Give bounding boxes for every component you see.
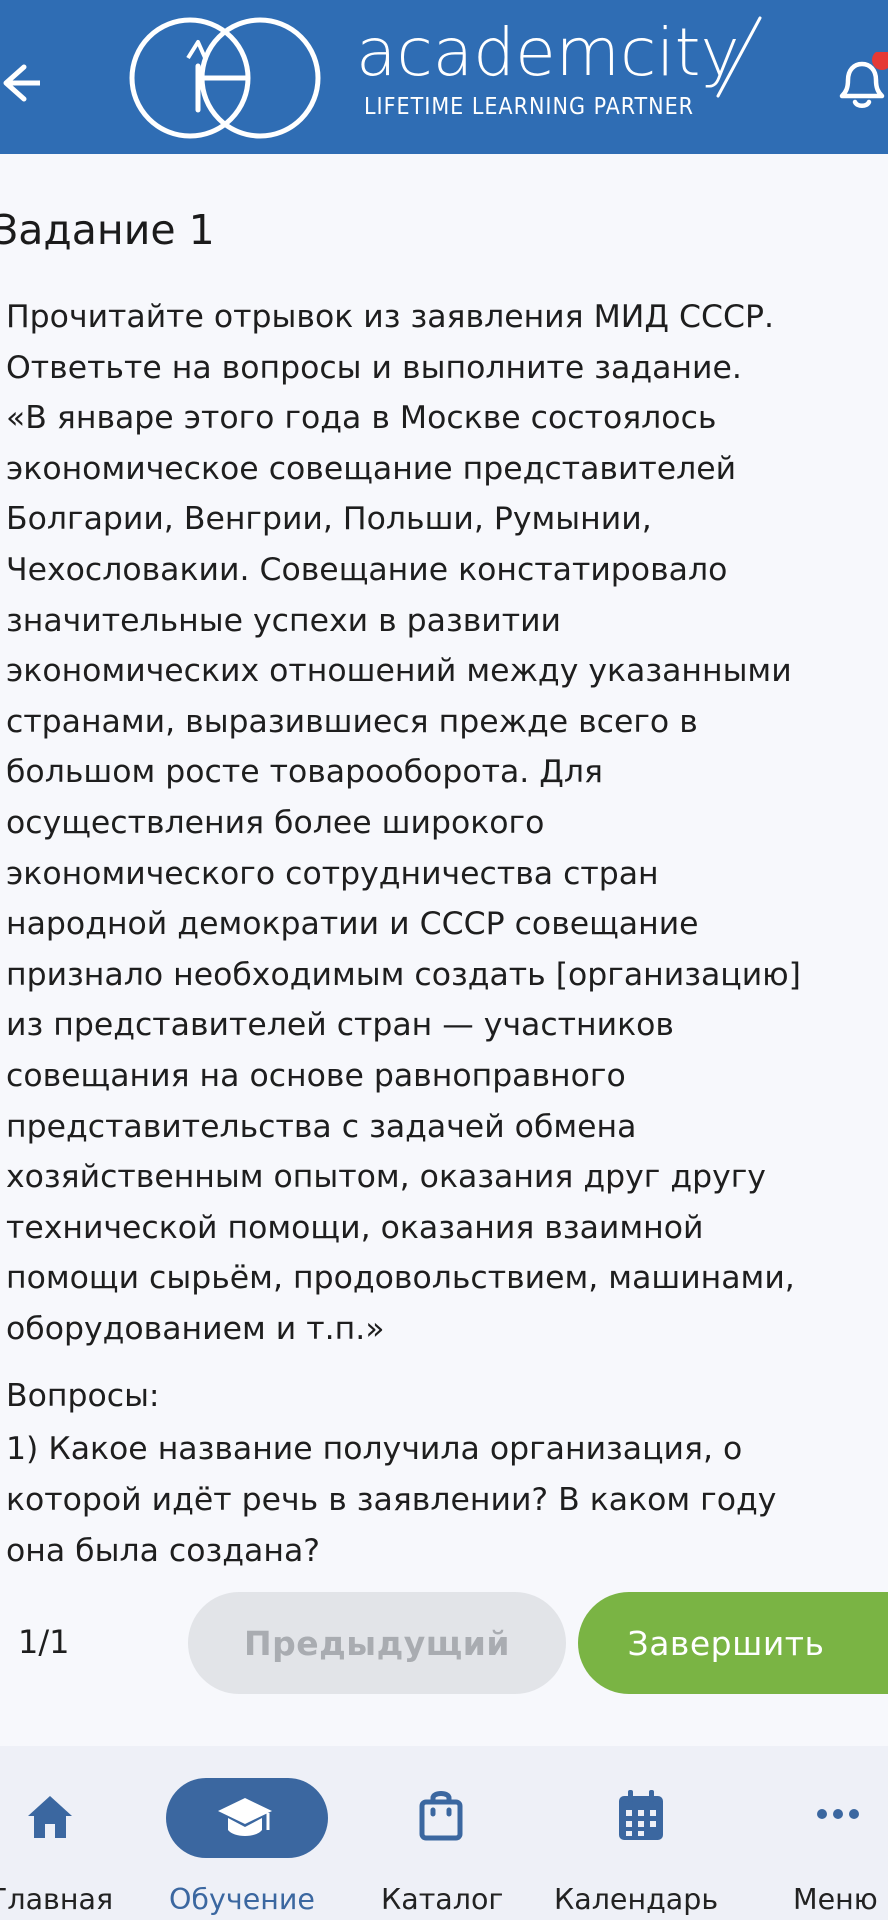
text-line: экономических отношений между указанными (6, 653, 792, 690)
graduation-cap-icon (218, 1798, 272, 1836)
text-line: признало необходимым создать [организаци… (6, 956, 801, 993)
text-line: большом росте товарооборота. Для (6, 754, 603, 791)
task-title: Задание 1 (0, 206, 215, 254)
brand-tagline: LIFETIME LEARNING PARTNER (364, 94, 695, 120)
text-line: 1) Какое название получила организация, … (6, 1431, 743, 1467)
text-line: Прочитайте отрывок из заявления МИД СССР… (6, 299, 774, 335)
text-line: экономическое совещание представителей (6, 450, 737, 487)
bottom-nav: Главная Обучение Каталог Календарь Меню (0, 1746, 888, 1920)
nav-label-catalog: Каталог (381, 1883, 504, 1916)
text-line: она была создана? (6, 1533, 320, 1569)
text-line: которой идёт речь в заявлении? В каком г… (6, 1482, 777, 1518)
text-line: представительства с задачей обмена (6, 1108, 637, 1145)
brand-name: academcity (356, 14, 740, 91)
more-dots-icon (817, 1809, 859, 1819)
text-line: оборудованием и т.п.» (6, 1310, 385, 1347)
text-line: осуществления более широкого (6, 804, 545, 841)
questions-block: Вопросы: 1) Какое название получила орга… (6, 1371, 886, 1577)
text-line: помощи сырьём, продовольствием, машинами… (6, 1260, 795, 1297)
task-screen: academcity LIFETIME LEARNING PARTNER Зад… (0, 0, 888, 1920)
text-line: совещания на основе равноправного (6, 1057, 626, 1094)
text-line: Болгарии, Венгрии, Польши, Румынии, (6, 501, 652, 538)
text-line: из представителей стран — участников (6, 1007, 674, 1044)
task-text: Прочитайте отрывок из заявления МИД СССР… (6, 292, 886, 1354)
nav-label-calendar: Календарь (554, 1883, 719, 1916)
app-header: academcity LIFETIME LEARNING PARTNER (0, 0, 888, 154)
text-line: экономического сотрудничества стран (6, 855, 659, 892)
text-line: значительные успехи в развитии (6, 602, 562, 639)
previous-button[interactable]: Предыдущий (188, 1592, 566, 1694)
shopping-bag-icon (419, 1791, 463, 1841)
text-line: хозяйственным опытом, оказания друг друг… (6, 1159, 766, 1196)
notification-dot (872, 52, 888, 70)
nav-item-learning[interactable]: Обучение (160, 1746, 336, 1920)
notification-bell-icon[interactable] (836, 52, 888, 112)
questions-heading: Вопросы: (6, 1378, 160, 1414)
text-line: Ответьте на вопросы и выполните задание. (6, 349, 742, 386)
text-line: «В январе этого года в Москве состоялось (6, 400, 717, 437)
page-counter: 1/1 (18, 1623, 70, 1661)
text-line: Чехословакии. Совещание констатировало (6, 551, 728, 588)
question-text: 1) Какое название получила организация, … (6, 1424, 886, 1577)
nav-label-home: Главная (0, 1883, 114, 1916)
nav-label-learning: Обучение (169, 1883, 315, 1916)
nav-item-calendar[interactable]: Календарь (550, 1746, 730, 1920)
calendar-icon (619, 1790, 663, 1840)
finish-button[interactable]: Завершить (578, 1592, 888, 1694)
text-line: странами, выразившиеся прежде всего в (6, 703, 698, 740)
home-icon (28, 1796, 72, 1838)
back-arrow-icon[interactable] (0, 54, 40, 112)
text-line: технической помощи, оказания взаимной (6, 1209, 704, 1246)
nav-label-menu: Меню (793, 1883, 878, 1916)
nav-item-home[interactable]: Главная (0, 1746, 114, 1920)
brand-slash-mark (716, 16, 762, 98)
academcity-logo-icon (129, 17, 321, 139)
nav-item-menu[interactable]: Меню (780, 1746, 888, 1920)
text-line: народной демократии и СССР совещание (6, 906, 699, 943)
nav-item-catalog[interactable]: Каталог (370, 1746, 520, 1920)
